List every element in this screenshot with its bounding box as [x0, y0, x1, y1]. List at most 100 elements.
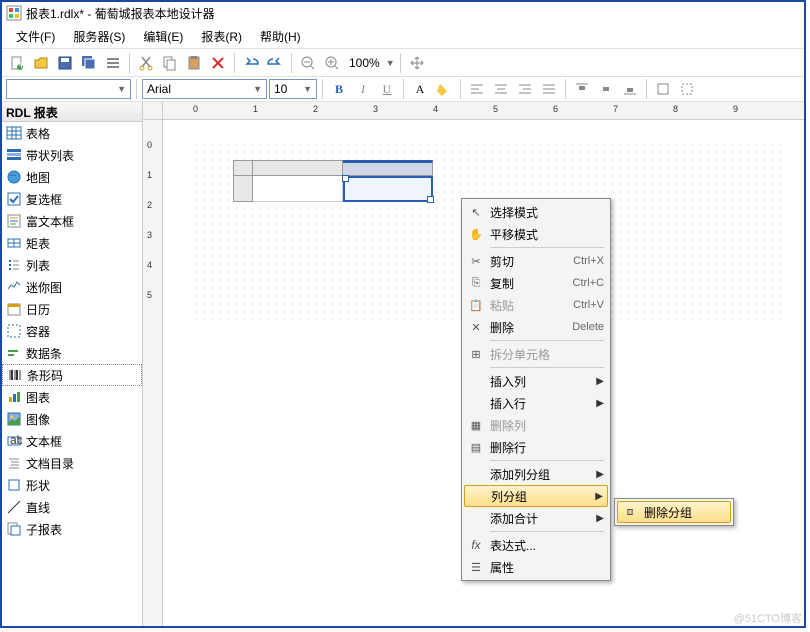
menu-report[interactable]: 报表(R)	[193, 26, 250, 47]
menu-item[interactable]: ✂剪切Ctrl+X	[464, 250, 608, 272]
toolbox-item-calendar[interactable]: 日历	[2, 298, 142, 320]
toolbox-item-line[interactable]: 直线	[2, 496, 142, 518]
toolbox-item-rect[interactable]: 矩表	[2, 232, 142, 254]
row-header[interactable]	[233, 176, 253, 202]
font-size-combo[interactable]: 10▼	[269, 79, 317, 99]
table-corner[interactable]	[233, 160, 253, 176]
menu-label: 属性	[490, 559, 604, 576]
report-combo[interactable]: ▼	[6, 79, 131, 99]
menu-item[interactable]: ✕删除Delete	[464, 316, 608, 338]
cell-1[interactable]	[253, 176, 343, 202]
open-button[interactable]	[30, 52, 52, 74]
align-justify-button[interactable]	[538, 78, 560, 100]
border-style-button[interactable]	[676, 78, 698, 100]
align-right-button[interactable]	[514, 78, 536, 100]
menu-item[interactable]: ⧈删除分组	[617, 501, 731, 523]
menu-label: 剪切	[490, 253, 567, 270]
submenu-arrow-icon: ▶	[596, 513, 604, 524]
menu-item[interactable]: 列分组▶	[464, 485, 608, 507]
move-button[interactable]	[406, 52, 428, 74]
paste-button[interactable]	[183, 52, 205, 74]
toolbox-item-textbox[interactable]: ab文本框	[2, 430, 142, 452]
matrix-control[interactable]	[233, 160, 433, 202]
menu-help[interactable]: 帮助(H)	[252, 26, 309, 47]
toolbox-item-subreport[interactable]: 子报表	[2, 518, 142, 540]
valign-bottom-button[interactable]	[619, 78, 641, 100]
menu-item[interactable]: ✋平移模式	[464, 223, 608, 245]
menu-item[interactable]: 添加列分组▶	[464, 463, 608, 485]
toolbox-item-bandlist[interactable]: 带状列表	[2, 144, 142, 166]
image-icon	[6, 411, 22, 427]
subreport-icon	[6, 521, 22, 537]
menu-item[interactable]: ↖选择模式	[464, 201, 608, 223]
save-button[interactable]	[54, 52, 76, 74]
menu-shortcut: Ctrl+C	[573, 277, 604, 289]
menu-item[interactable]: ⎘复制Ctrl+C	[464, 272, 608, 294]
menu-icon	[468, 373, 484, 389]
menu-label: 选择模式	[490, 204, 604, 221]
bold-button[interactable]: B	[328, 78, 350, 100]
toolbox-item-toc[interactable]: 文档目录	[2, 452, 142, 474]
saveall-button[interactable]	[78, 52, 100, 74]
underline-button[interactable]: U	[376, 78, 398, 100]
toolbox-item-image[interactable]: 图像	[2, 408, 142, 430]
toolbox-label: 矩表	[26, 235, 50, 252]
toolbox-item-map[interactable]: 地图	[2, 166, 142, 188]
font-name-combo[interactable]: Arial▼	[142, 79, 267, 99]
toolbox-item-list[interactable]: 列表	[2, 254, 142, 276]
menu-server[interactable]: 服务器(S)	[65, 26, 133, 47]
textbox-icon: ab	[6, 433, 22, 449]
valign-top-button[interactable]	[571, 78, 593, 100]
new-button[interactable]: +	[6, 52, 28, 74]
delete-button[interactable]	[207, 52, 229, 74]
toolbox-item-shape[interactable]: 形状	[2, 474, 142, 496]
toolbox-label: 数据条	[26, 345, 62, 362]
sparkline-icon	[6, 279, 22, 295]
list-button[interactable]	[102, 52, 124, 74]
zoom-value[interactable]: 100%	[345, 56, 384, 70]
toolbox-item-checkbox[interactable]: 复选框	[2, 188, 142, 210]
toolbox-item-barcode[interactable]: 条形码	[2, 364, 142, 386]
font-color-button[interactable]: A	[409, 78, 431, 100]
italic-button[interactable]: I	[352, 78, 374, 100]
column-header-1[interactable]	[253, 160, 343, 176]
menu-item[interactable]: 插入列▶	[464, 370, 608, 392]
toolbox-item-sparkline[interactable]: 迷你图	[2, 276, 142, 298]
align-center-button[interactable]	[490, 78, 512, 100]
menu-item[interactable]: 插入行▶	[464, 392, 608, 414]
menu-label: 删除	[490, 319, 566, 336]
zoomin-button[interactable]	[321, 52, 343, 74]
copy-button[interactable]	[159, 52, 181, 74]
align-left-button[interactable]	[466, 78, 488, 100]
menu-item[interactable]: ☰属性	[464, 556, 608, 578]
shape-icon	[6, 477, 22, 493]
titlebar: 报表1.rdlx* - 葡萄城报表本地设计器	[2, 2, 804, 24]
fill-color-button[interactable]	[433, 78, 455, 100]
redo-button[interactable]	[264, 52, 286, 74]
toolbox-item-databar[interactable]: 数据条	[2, 342, 142, 364]
toolbox-item-chart[interactable]: 图表	[2, 386, 142, 408]
menu-file[interactable]: 文件(F)	[8, 26, 63, 47]
menu-item[interactable]: fx表达式...	[464, 534, 608, 556]
menu-icon: ✂	[468, 253, 484, 269]
list-icon	[6, 257, 22, 273]
toc-icon	[6, 455, 22, 471]
menu-item[interactable]: ▤删除行	[464, 436, 608, 458]
container-icon	[6, 323, 22, 339]
menu-edit[interactable]: 编辑(E)	[135, 26, 191, 47]
undo-button[interactable]	[240, 52, 262, 74]
cell-2-selected[interactable]	[343, 176, 433, 202]
zoomout-button[interactable]	[297, 52, 319, 74]
toolbox-item-container[interactable]: 容器	[2, 320, 142, 342]
border-button[interactable]	[652, 78, 674, 100]
line-icon	[6, 499, 22, 515]
cut-button[interactable]	[135, 52, 157, 74]
column-header-2-selected[interactable]	[343, 160, 433, 176]
toolbox-item-richtext[interactable]: 富文本框	[2, 210, 142, 232]
menu-icon	[469, 488, 485, 504]
toolbox-item-table[interactable]: 表格	[2, 122, 142, 144]
menu-item[interactable]: 添加合计▶	[464, 507, 608, 529]
menu-icon	[468, 466, 484, 482]
valign-middle-button[interactable]	[595, 78, 617, 100]
zoom-dropdown-icon[interactable]: ▼	[386, 58, 395, 68]
